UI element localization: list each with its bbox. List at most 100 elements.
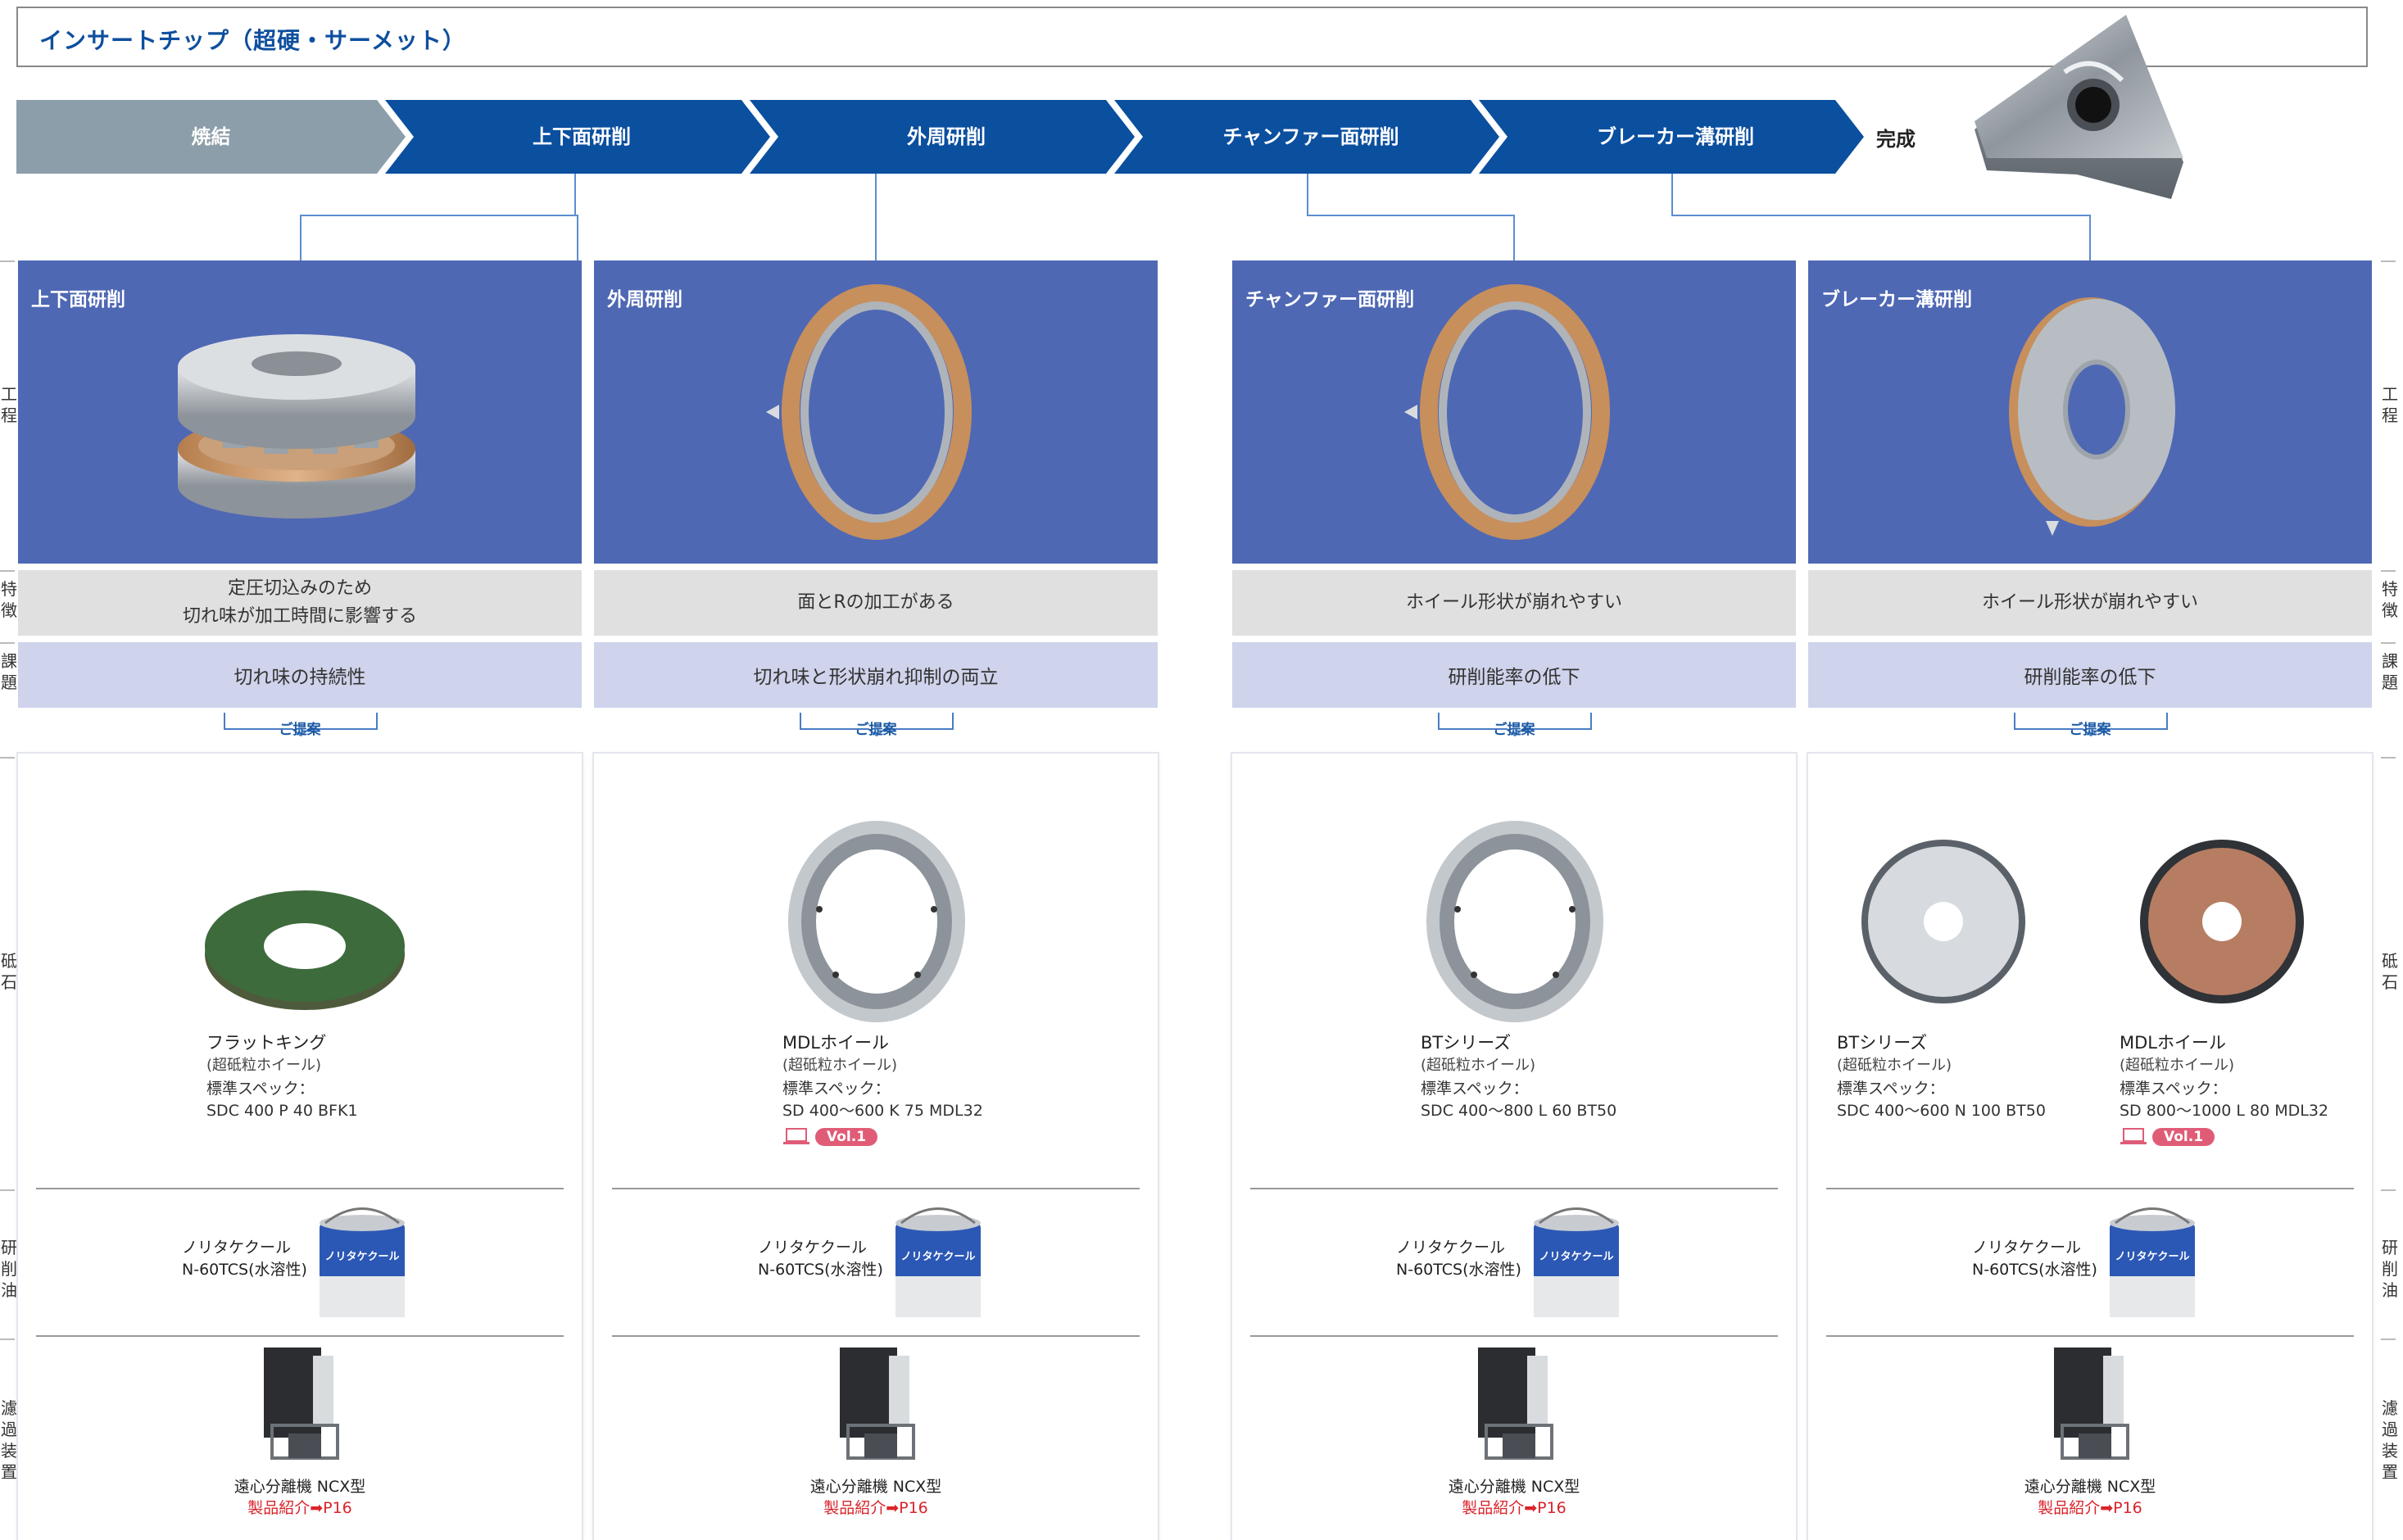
arrow-right-icon: ➡ (310, 1499, 324, 1517)
wheel-name: MDLホイール (超砥粒ホイール) (782, 1032, 897, 1076)
disc-wheel-image (2009, 297, 2175, 536)
can-label: ノリタケクール (1539, 1251, 1613, 1263)
insert-chip-image (1975, 15, 2183, 199)
side-label-process-left: 工程 (1, 384, 17, 425)
spec-label: 標準スペック： (206, 1080, 315, 1098)
page-title: インサートチップ（超硬・サーメット） (39, 27, 466, 54)
arrow-right-icon: ➡ (886, 1499, 900, 1517)
product-link-label[interactable]: 製品紹介 (2038, 1499, 2100, 1517)
spec-label: 標準スペック： (1837, 1080, 1945, 1098)
product-link-page[interactable]: P16 (2113, 1499, 2142, 1517)
product-panel: BTシリーズ (超砥粒ホイール) 標準スペック： SDC 400～600 N 1… (1808, 754, 2372, 1540)
section-divider (612, 1188, 1140, 1189)
coolant-can-image: ノリタケクール (1534, 1207, 1619, 1317)
product-link[interactable]: 製品紹介➡P16 (1808, 1496, 2372, 1518)
product-link-label[interactable]: 製品紹介 (1462, 1499, 1524, 1517)
wheel-subtitle: (超砥粒ホイール) (206, 1057, 322, 1074)
spec-value: SDC 400～800 L 60 BT50 (1421, 1102, 1617, 1120)
bt-ring-wheel-image (1426, 821, 1603, 1022)
connector-3-down (1513, 215, 1515, 260)
side-tick (2381, 757, 2396, 759)
separator-name: 遠心分離機 NCX型 (2024, 1478, 2156, 1496)
spec-label: 標準スペック： (1421, 1080, 1529, 1098)
laptop-icon (783, 1128, 809, 1144)
side-label-oil-right: 研削油 (2382, 1238, 2398, 1300)
stacked-disc-image (178, 334, 415, 519)
wheel-subtitle: (超砥粒ホイール) (782, 1057, 898, 1074)
vol-reference[interactable]: Vol.1 (2120, 1127, 2215, 1147)
vol-badge[interactable]: Vol.1 (2152, 1128, 2215, 1146)
section-divider (1250, 1335, 1778, 1337)
product-panel: BTシリーズ (超砥粒ホイール) 標準スペック： SDC 400～800 L 6… (1232, 754, 1796, 1540)
product-link-label[interactable]: 製品紹介 (247, 1499, 310, 1517)
wheel-spec: 標準スペック： SDC 400～800 L 60 BT50 (1421, 1078, 1616, 1122)
wheel-subtitle: (超砥粒ホイール) (2120, 1057, 2235, 1074)
product-link-label[interactable]: 製品紹介 (823, 1499, 886, 1517)
oil-label: ノリタケクール N-60TCS(水溶性) (758, 1237, 883, 1281)
wheel-spec: 標準スペック： SDC 400 P 40 BFK1 (206, 1078, 358, 1122)
spec-value: SDC 400～600 N 100 BT50 (1837, 1102, 2046, 1120)
wheel-name: BTシリーズ (超砥粒ホイール) (1421, 1032, 1535, 1076)
oil-label: ノリタケクール N-60TCS(水溶性) (1396, 1237, 1521, 1281)
process-panel: ブレーカー溝研削 (1808, 260, 2372, 564)
oil-type: N-60TCS(水溶性) (758, 1261, 883, 1279)
side-label-feature-left: 特徴 (1, 579, 17, 620)
centrifuge-image (264, 1348, 339, 1460)
proposal-label: ご提案 (279, 722, 321, 738)
flow-step-4: チャンファー面研削 (1222, 125, 1399, 148)
product-link[interactable]: 製品紹介➡P16 (18, 1496, 582, 1518)
flow-step-3: 外周研削 (907, 125, 986, 148)
side-label-filter-right: 濾過装置 (2382, 1398, 2398, 1482)
connector-4-down (2089, 215, 2091, 260)
separator-name: 遠心分離機 NCX型 (233, 1478, 366, 1496)
proposal-label: ご提案 (855, 722, 897, 738)
proposal-label: ご提案 (1493, 722, 1535, 738)
oil-name: ノリタケクール (758, 1239, 868, 1257)
connector-3 (1307, 174, 1308, 216)
side-label-feature-right: 特徴 (2382, 579, 2398, 620)
wheel-name-text: フラットキング (206, 1033, 327, 1053)
spec-value: SDC 400 P 40 BFK1 (206, 1102, 358, 1120)
side-tick (0, 1338, 15, 1340)
side-tick (2381, 642, 2396, 644)
arrow-right-icon: ➡ (2100, 1499, 2114, 1517)
wheel-subtitle: (超砥粒ホイール) (1837, 1057, 1952, 1074)
proposal-label: ご提案 (2069, 722, 2111, 738)
proposal-bracket: ご提案 (1808, 708, 2372, 750)
side-label-filter-left: 濾過装置 (1, 1398, 17, 1482)
feature-box: 定圧切込みのため 切れ味が加工時間に影響する (18, 570, 582, 636)
separator-name: 遠心分離機 NCX型 (1448, 1478, 1580, 1496)
product-link[interactable]: 製品紹介➡P16 (594, 1496, 1158, 1518)
product-link-page[interactable]: P16 (323, 1499, 352, 1517)
laptop-icon (2120, 1128, 2147, 1144)
wheel-spec: 標準スペック： SD 800～1000 L 80 MDL32 (2120, 1078, 2328, 1122)
section-divider (36, 1335, 564, 1337)
wheel-name-text: BTシリーズ (1837, 1033, 1928, 1053)
side-tick (0, 642, 15, 644)
section-divider (1826, 1335, 2354, 1337)
side-tick (0, 757, 15, 759)
wheel-name: BTシリーズ (超砥粒ホイール) (1837, 1032, 1952, 1076)
feature-box: ホイール形状が崩れやすい (1808, 570, 2372, 636)
spec-label: 標準スペック： (782, 1080, 891, 1098)
process-panel: 外周研削 (594, 260, 1158, 564)
issue-box: 研削能率の低下 (1232, 642, 1796, 708)
product-panel: フラットキング (超砥粒ホイール) 標準スペック： SDC 400 P 40 B… (18, 754, 582, 1540)
bt-disc-wheel-image (1861, 840, 2025, 1003)
connector-1-stem (574, 174, 576, 216)
arrow-right-icon: ➡ (1524, 1499, 1538, 1517)
flow-final-label: 完成 (1876, 128, 1916, 151)
oil-name: ノリタケクール (1972, 1239, 2082, 1257)
product-link[interactable]: 製品紹介➡P16 (1232, 1496, 1796, 1518)
product-link-page[interactable]: P16 (1537, 1499, 1566, 1517)
process-panel: チャンファー面研削 (1232, 260, 1796, 564)
oil-type: N-60TCS(水溶性) (1972, 1261, 2097, 1279)
process-panel: 上下面研削 (18, 260, 582, 564)
wheel-name: フラットキング (超砥粒ホイール) (206, 1032, 326, 1076)
can-label: ノリタケクール (324, 1251, 399, 1263)
side-tick (0, 570, 15, 572)
side-tick (2381, 260, 2396, 262)
vol-badge[interactable]: Vol.1 (815, 1128, 878, 1146)
product-link-page[interactable]: P16 (899, 1499, 928, 1517)
vol-reference[interactable]: Vol.1 (782, 1127, 878, 1147)
